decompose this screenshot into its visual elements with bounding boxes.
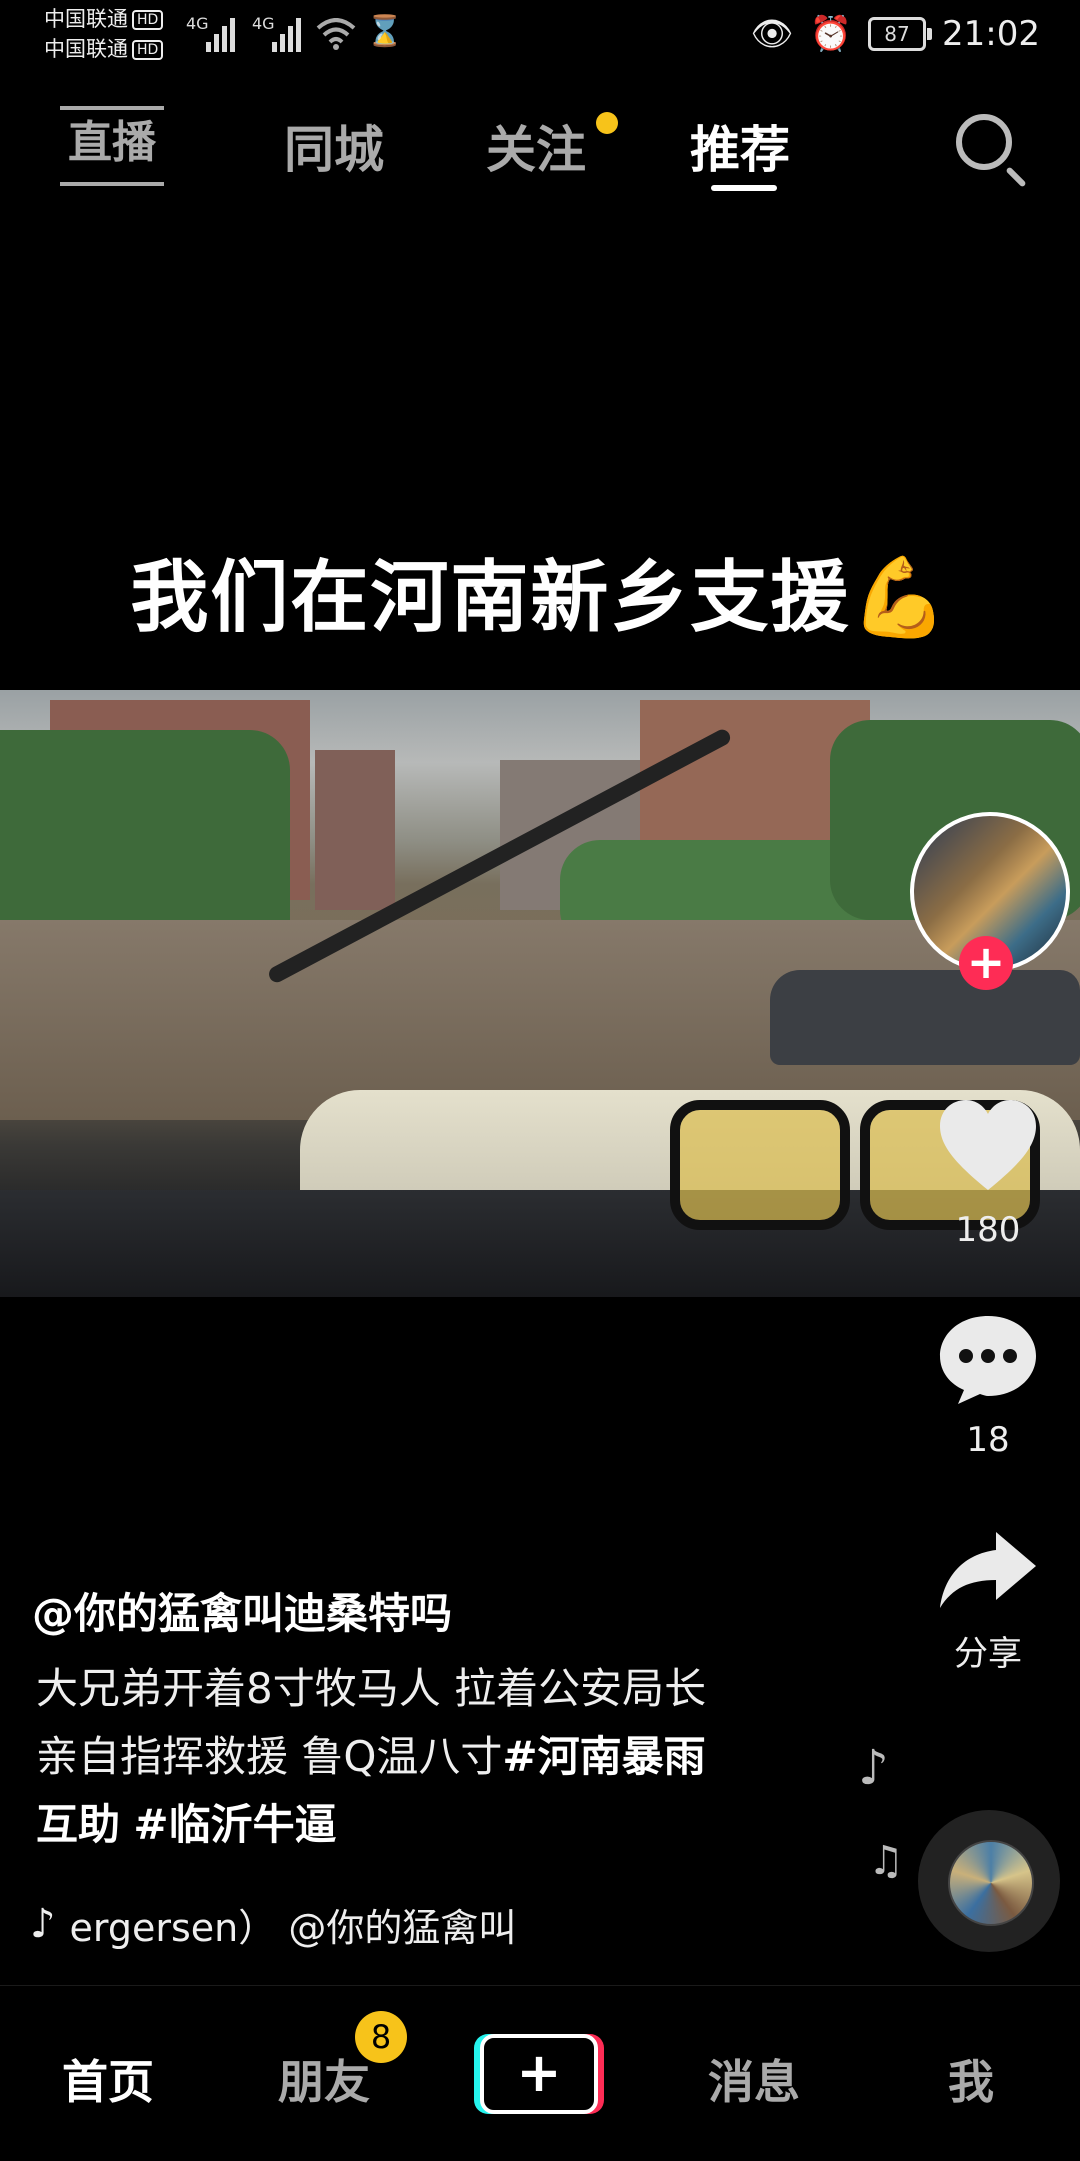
carrier-2: 中国联通 — [44, 37, 128, 61]
follow-button[interactable]: + — [959, 936, 1013, 990]
plus-icon: + — [516, 2041, 562, 2104]
status-right: 👁 ⏰ 87 21:02 — [751, 14, 1041, 54]
nav-friends[interactable]: 朋友 — [278, 2046, 370, 2112]
hashtag-henan-rain-cont[interactable]: 互助 — [36, 1800, 120, 1849]
tab-following[interactable]: 关注 — [486, 110, 586, 182]
flexed-biceps-icon: 💪 — [850, 552, 950, 643]
video-caption: 我们在河南新乡支援💪 — [130, 552, 950, 643]
tiktok-note-icon: ♪ — [30, 1901, 56, 1947]
music-notes-icon: ♫ — [868, 1838, 904, 1884]
like-count: 180 — [955, 1210, 1021, 1250]
music-note-icon: ♪ — [858, 1740, 889, 1796]
hashtag-henan-rain[interactable]: #河南暴雨 — [502, 1732, 705, 1781]
active-tab-indicator — [711, 185, 777, 191]
author-name[interactable]: @你的猛禽叫迪桑特吗 — [32, 1580, 452, 1641]
alarm-icon: ⏰ — [809, 14, 853, 54]
suv-car — [770, 970, 1080, 1065]
post-description: 大兄弟开着8寸牧马人 拉着公安局长 亲自指挥救援 鲁Q温八寸#河南暴雨 互助 #… — [36, 1655, 796, 1859]
tab-same-city[interactable]: 同城 — [284, 110, 384, 182]
wifi-icon — [316, 18, 356, 50]
search-icon[interactable] — [956, 114, 1012, 170]
music-info[interactable]: ♪ ergersen） @你的猛禽叫 — [30, 1898, 620, 1950]
share-label[interactable]: 分享 — [928, 1626, 1048, 1675]
battery-icon: 87 — [868, 17, 933, 51]
nav-me[interactable]: 我 — [948, 2046, 994, 2112]
music-disc[interactable] — [918, 1810, 1060, 1952]
nav-home[interactable]: 首页 — [62, 2046, 154, 2112]
signal-icon — [206, 18, 235, 52]
clock: 21:02 — [942, 14, 1040, 54]
comment-icon[interactable] — [936, 1312, 1040, 1404]
tab-recommended[interactable]: 推荐 — [690, 110, 790, 182]
carrier-info: 中国联通 HD 中国联通 HD — [44, 4, 164, 64]
friends-badge: 8 — [355, 2011, 407, 2063]
hd-badge: HD — [132, 10, 164, 30]
bottom-nav: 首页 朋友 8 + 消息 我 — [0, 1985, 1080, 2161]
carrier-1: 中国联通 — [44, 7, 128, 31]
notification-dot — [596, 112, 618, 134]
video-player[interactable] — [0, 690, 1080, 1297]
signal-icon-2 — [272, 18, 301, 52]
hd-badge: HD — [132, 40, 164, 60]
desc-line: 大兄弟开着8寸牧马人 拉着公安局长 — [36, 1664, 707, 1713]
music-title: ergersen） @你的猛禽叫 — [69, 1905, 517, 1950]
create-button[interactable]: + — [480, 2034, 598, 2114]
status-bar: 中国联通 HD 中国联通 HD 4G 4G ⌛ 👁 ⏰ 87 21:02 — [0, 0, 1080, 72]
nav-messages[interactable]: 消息 — [708, 2046, 800, 2112]
top-nav: 直播 同城 关注 推荐 — [0, 100, 1080, 200]
desc-line: 亲自指挥救援 鲁Q温八寸 — [36, 1732, 503, 1781]
heart-icon[interactable] — [936, 1098, 1040, 1194]
live-button[interactable]: 直播 — [60, 106, 164, 186]
hourglass-icon: ⌛ — [366, 14, 404, 49]
building — [315, 750, 395, 910]
share-icon[interactable] — [936, 1528, 1040, 1612]
hashtag-linyi[interactable]: #临沂牛逼 — [133, 1800, 336, 1849]
eye-icon: 👁 — [750, 14, 794, 54]
comment-count: 18 — [966, 1420, 1010, 1460]
